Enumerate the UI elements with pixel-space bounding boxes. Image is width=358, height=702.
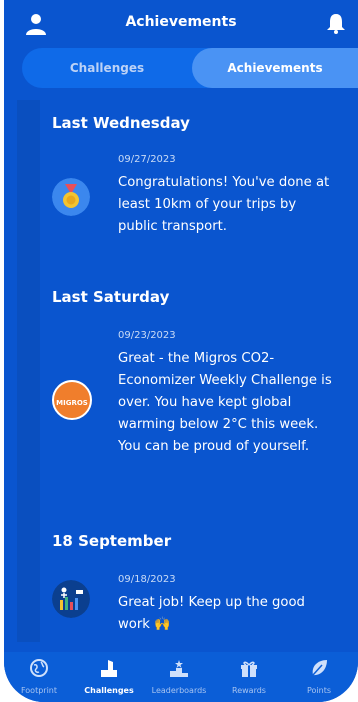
group-title: Last Saturday (52, 288, 170, 306)
nav-challenges[interactable]: Challenges (74, 652, 144, 702)
leaf-icon (312, 660, 327, 676)
tab-bar: Challenges Achievements (22, 48, 358, 88)
achievements-feed: Last Wednesday 09/27/2023 Congratulation… (4, 100, 358, 650)
bell-icon[interactable] (326, 12, 346, 34)
app-bar: Achievements (4, 0, 358, 48)
podium-icon (170, 660, 188, 677)
nav-leaderboards[interactable]: Leaderboards (144, 652, 214, 702)
migros-logo-text: MIGROS (56, 399, 88, 407)
medal-icon (52, 178, 90, 216)
group-title: 18 September (52, 532, 172, 550)
bottom-nav: Footprint Challenges Leaderboards Reward… (4, 652, 358, 702)
nav-label: Points (306, 686, 332, 695)
nav-footprint[interactable]: Footprint (4, 652, 74, 702)
group-title: Last Wednesday (52, 114, 190, 132)
page-title: Achievements (125, 14, 237, 30)
community-icon (52, 580, 90, 618)
left-rail (17, 100, 40, 642)
globe-icon (30, 659, 48, 677)
nav-label: Leaderboards (151, 686, 207, 695)
tab-achievements[interactable]: Achievements (192, 48, 358, 88)
entry-message: Great - the Migros CO2-Economizer Weekly… (118, 351, 332, 454)
nav-label: Rewards (232, 686, 266, 695)
migros-logo: MIGROS (52, 380, 92, 420)
tab-challenges[interactable]: Challenges (22, 48, 192, 88)
nav-label: Challenges (84, 686, 134, 695)
entry-date: 09/23/2023 (118, 330, 176, 341)
entry-date: 09/18/2023 (118, 574, 176, 585)
entry-message: Congratulations! You've done at least 10… (118, 175, 330, 234)
phone-screen: Achievements Challenges Achievements Las… (4, 0, 358, 702)
nav-points[interactable]: Points (284, 652, 354, 702)
challenges-icon (101, 660, 117, 677)
gift-icon (241, 661, 257, 677)
entry-message: Great job! Keep up the good work 🙌 (118, 595, 305, 632)
entry-date: 09/27/2023 (118, 154, 176, 165)
nav-label: Footprint (20, 686, 58, 695)
nav-rewards[interactable]: Rewards (214, 652, 284, 702)
